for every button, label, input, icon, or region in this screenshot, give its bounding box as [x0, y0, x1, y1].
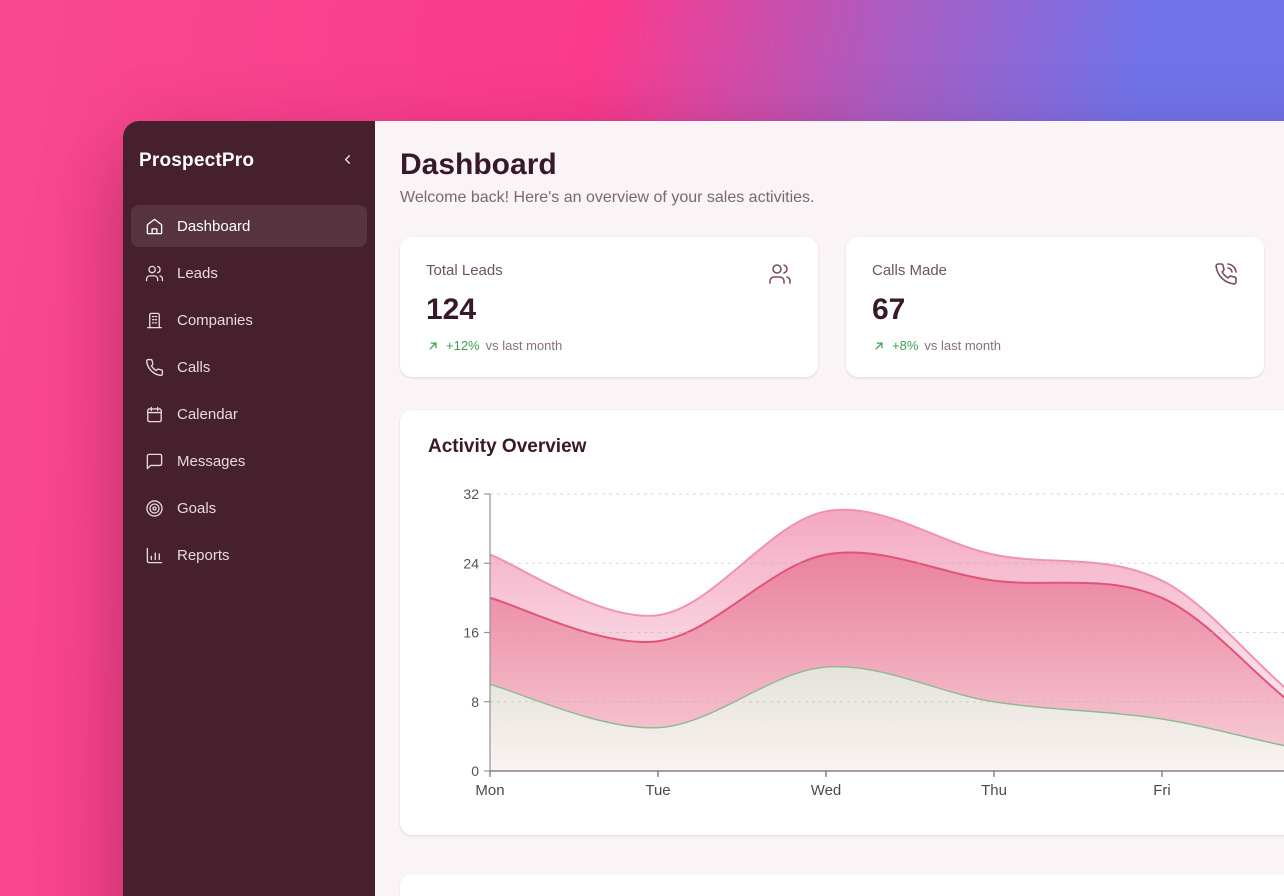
sidebar-item-label: Calls — [177, 359, 210, 376]
sidebar-item-label: Companies — [177, 312, 253, 329]
stat-card-top: Total Leads — [426, 262, 792, 286]
sidebar-item-leads[interactable]: Leads — [131, 252, 367, 294]
chart-title: Activity Overview — [428, 436, 1284, 458]
sidebar-item-messages[interactable]: Messages — [131, 440, 367, 482]
stat-trend: +8% vs last month — [872, 338, 1238, 353]
users-icon — [144, 263, 164, 283]
arrow-up-right-icon — [426, 339, 440, 353]
phone-icon — [144, 357, 164, 377]
page-title: Dashboard — [400, 148, 1284, 182]
chart-x-label-mon: Mon — [475, 782, 504, 799]
app-window: ProspectPro Dashboard Leads Companies Calls… — [123, 121, 1284, 896]
message-icon — [144, 451, 164, 471]
trend-percent: +8% — [892, 338, 918, 353]
chart-x-label-tue: Tue — [645, 782, 670, 799]
home-icon — [144, 216, 164, 236]
page-background: ProspectPro Dashboard Leads Companies Calls… — [0, 0, 1284, 896]
main-content: Dashboard Welcome back! Here's an overvi… — [375, 121, 1284, 896]
chart-y-tick-label: 32 — [463, 486, 479, 502]
sidebar-header: ProspectPro — [131, 143, 367, 179]
stat-trend: +12% vs last month — [426, 338, 792, 353]
trend-suffix: vs last month — [924, 338, 1001, 353]
arrow-up-right-icon — [872, 339, 886, 353]
activity-chart: 08162432MonTueWedThuFriSatSun — [428, 470, 1284, 810]
chart-x-label-wed: Wed — [811, 782, 842, 799]
brand-logo: ProspectPro — [139, 150, 254, 172]
bar-chart-icon — [144, 545, 164, 565]
stats-row: Total Leads124+12%vs last monthCalls Mad… — [400, 237, 1284, 377]
sidebar-item-label: Leads — [177, 265, 218, 282]
sidebar-item-goals[interactable]: Goals — [131, 487, 367, 529]
trend-suffix: vs last month — [486, 338, 563, 353]
sidebar-item-label: Messages — [177, 453, 245, 470]
sidebar-item-reports[interactable]: Reports — [131, 534, 367, 576]
sidebar-item-label: Reports — [177, 547, 230, 564]
calendar-icon — [144, 404, 164, 424]
activity-overview-card: Activity Overview 0 8 16 24 32 Mon Tue Wed Thu Fr… — [400, 410, 1284, 835]
chart-y-tick-label: 0 — [471, 763, 479, 779]
target-icon — [144, 498, 164, 518]
stat-label: Calls Made — [872, 262, 947, 279]
sidebar-item-label: Calendar — [177, 406, 238, 423]
stat-card-calls-made: Calls Made 67 +8% vs last month — [846, 237, 1264, 377]
stat-label: Total Leads — [426, 262, 503, 279]
chart-y-tick-label: 8 — [471, 694, 479, 710]
partially-visible-card — [400, 874, 1284, 896]
stat-value: 67 — [872, 293, 1238, 326]
chevron-left-icon — [340, 152, 355, 170]
chart-y-tick-label: 24 — [463, 555, 479, 571]
stat-card-top: Calls Made — [872, 262, 1238, 286]
sidebar-item-companies[interactable]: Companies — [131, 299, 367, 341]
sidebar: ProspectPro Dashboard Leads Companies Calls… — [123, 121, 375, 896]
chart-x-label-thu: Thu — [981, 782, 1007, 799]
sidebar-item-calls[interactable]: Calls — [131, 346, 367, 388]
phone-call-icon — [1214, 262, 1238, 286]
sidebar-item-dashboard[interactable]: Dashboard — [131, 205, 367, 247]
chart-x-label-fri: Fri — [1153, 782, 1171, 799]
sidebar-nav: Dashboard Leads Companies Calls Calendar Mess… — [131, 205, 367, 576]
sidebar-item-calendar[interactable]: Calendar — [131, 393, 367, 435]
chart-y-tick-label: 16 — [463, 625, 479, 641]
building-icon — [144, 310, 164, 330]
users-icon — [768, 262, 792, 286]
sidebar-collapse-button[interactable] — [336, 148, 359, 174]
stat-value: 124 — [426, 293, 792, 326]
sidebar-item-label: Dashboard — [177, 218, 250, 235]
stat-card-total-leads: Total Leads 124 +12% vs last month — [400, 237, 818, 377]
page-subtitle: Welcome back! Here's an overview of your… — [400, 189, 1284, 207]
trend-percent: +12% — [446, 338, 480, 353]
activity-chart-svg: 08162432MonTueWedThuFriSatSun — [428, 470, 1284, 805]
sidebar-item-label: Goals — [177, 500, 216, 517]
